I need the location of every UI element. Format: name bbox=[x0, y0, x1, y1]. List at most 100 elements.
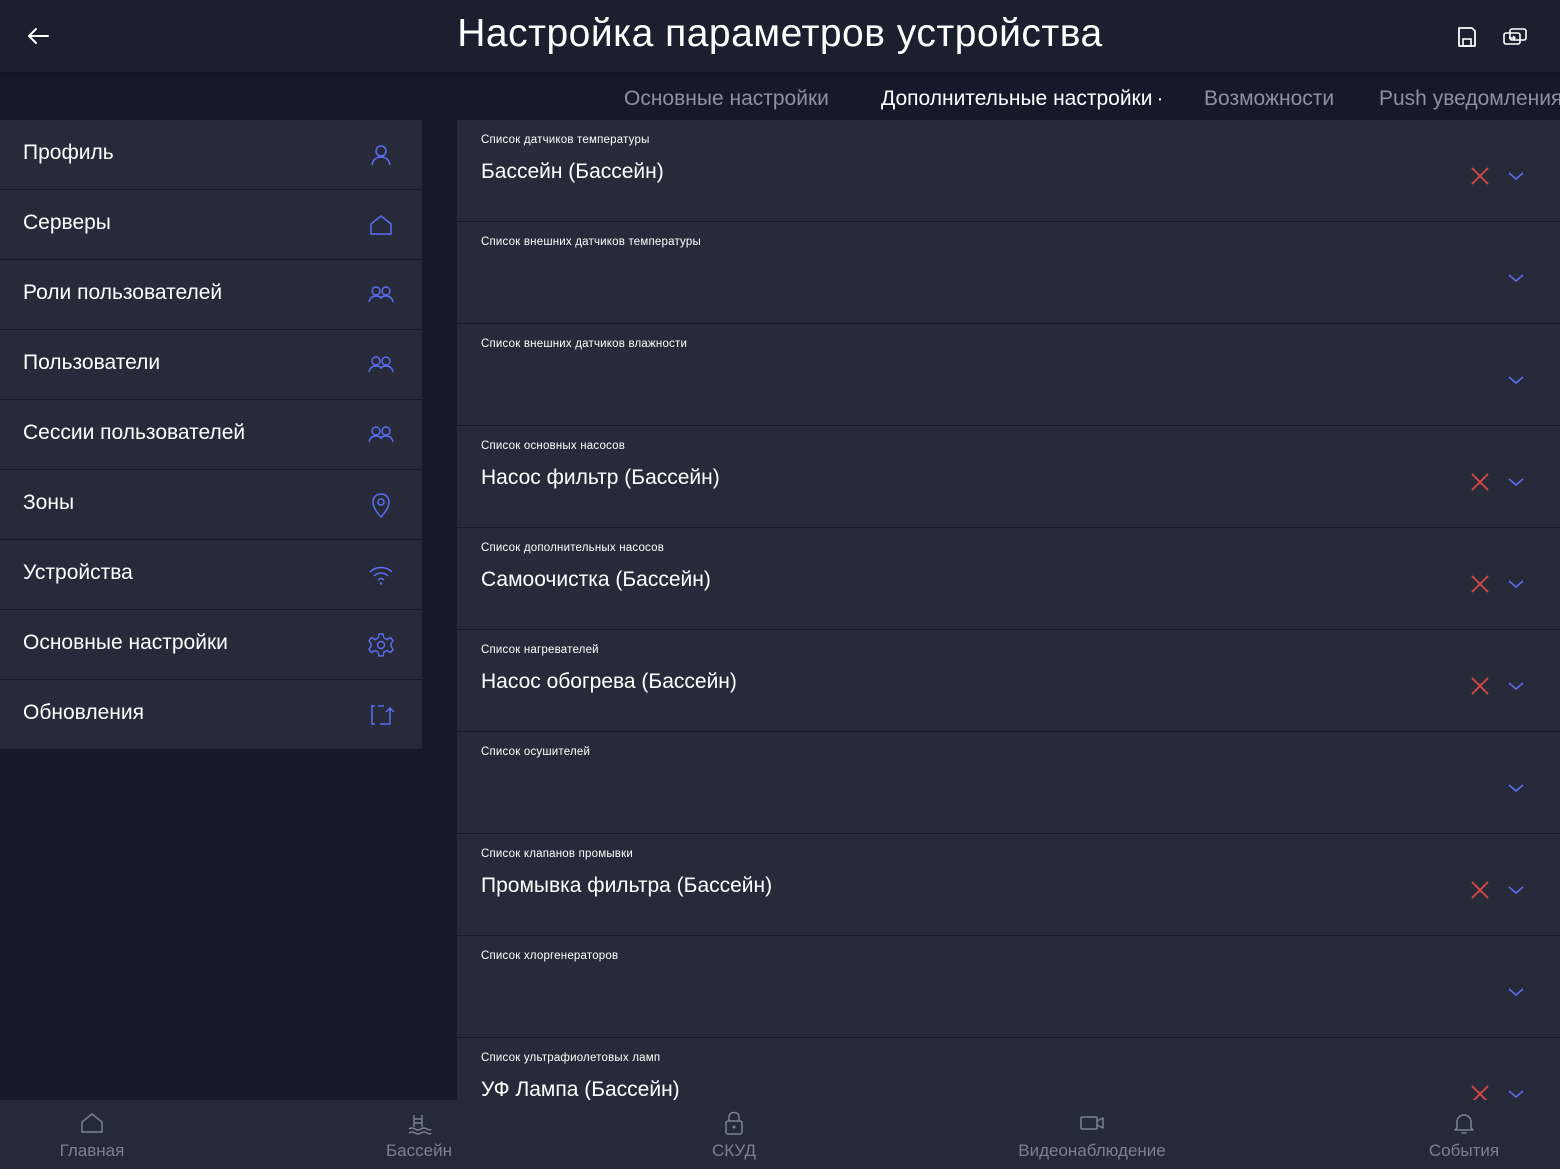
chevron-down-icon[interactable] bbox=[1505, 168, 1527, 184]
field-label: Список основных насосов bbox=[481, 440, 626, 452]
clear-icon[interactable] bbox=[1469, 573, 1491, 595]
tab-capabilities[interactable]: Возможности bbox=[1204, 87, 1334, 111]
field-label: Список клапанов промывки bbox=[481, 848, 633, 860]
field-value: Насос фильтр (Бассейн) bbox=[481, 466, 720, 489]
field-external-humidity-sensors[interactable]: Список внешних датчиков влажности bbox=[457, 324, 1560, 425]
nav-events[interactable]: События bbox=[1404, 1100, 1524, 1169]
sidebar-item-label: Устройства bbox=[23, 561, 133, 584]
field-label: Список датчиков температуры bbox=[481, 134, 650, 146]
sidebar-item-label: Пользователи bbox=[23, 351, 161, 374]
sidebar-item-servers[interactable]: Серверы bbox=[0, 190, 422, 259]
field-label: Список осушителей bbox=[481, 746, 591, 758]
field-value: Насос обогрева (Бассейн) bbox=[481, 670, 737, 693]
sidebar-item-label: Сессии пользователей bbox=[23, 421, 246, 444]
page-title: Настройка параметров устройства bbox=[457, 12, 1103, 55]
active-tab-indicator: · bbox=[1156, 87, 1164, 110]
sidebar: Профиль Серверы Роли пользователей Польз… bbox=[0, 120, 422, 750]
chevron-down-icon[interactable] bbox=[1505, 270, 1527, 286]
chevron-down-icon[interactable] bbox=[1505, 780, 1527, 796]
nav-video-surveillance[interactable]: Видеонаблюдение bbox=[1002, 1100, 1182, 1169]
field-chlorine-generators[interactable]: Список хлоргенераторов bbox=[457, 936, 1560, 1037]
sidebar-item-devices[interactable]: Устройства bbox=[0, 540, 422, 609]
field-value: УФ Лампа (Бассейн) bbox=[481, 1078, 680, 1100]
sidebar-item-profile[interactable]: Профиль bbox=[0, 120, 422, 189]
bottom-navigation: Главная Бассейн СКУД Видеонаблюдение Соб… bbox=[0, 1100, 1560, 1169]
users-icon bbox=[368, 356, 394, 373]
sidebar-item-basic-settings[interactable]: Основные настройки bbox=[0, 610, 422, 679]
nav-home[interactable]: Главная bbox=[32, 1100, 152, 1169]
users-icon bbox=[368, 426, 394, 443]
home-icon bbox=[81, 1113, 103, 1133]
users-icon bbox=[368, 286, 394, 303]
nav-label: Главная bbox=[59, 1141, 125, 1160]
wifi-icon bbox=[369, 566, 393, 585]
field-external-temperature-sensors[interactable]: Список внешних датчиков температуры bbox=[457, 222, 1560, 323]
field-label: Список хлоргенераторов bbox=[481, 950, 619, 962]
sidebar-item-label: Серверы bbox=[23, 211, 111, 234]
sidebar-item-updates[interactable]: Обновления bbox=[0, 680, 422, 749]
gear-icon bbox=[368, 633, 394, 657]
field-label: Список внешних датчиков влажности bbox=[481, 338, 688, 350]
nav-access-control[interactable]: СКУД bbox=[674, 1100, 794, 1169]
field-value: Бассейн (Бассейн) bbox=[481, 160, 664, 183]
clear-icon[interactable] bbox=[1469, 1083, 1491, 1100]
app-header: Настройка параметров устройства bbox=[0, 0, 1560, 72]
sidebar-item-label: Зоны bbox=[23, 491, 75, 514]
sidebar-item-users[interactable]: Пользователи bbox=[0, 330, 422, 399]
chevron-down-icon[interactable] bbox=[1505, 474, 1527, 490]
field-label: Список дополнительных насосов bbox=[481, 542, 665, 554]
nav-label: Бассейн bbox=[386, 1141, 452, 1160]
sidebar-item-label: Профиль bbox=[23, 141, 114, 164]
chevron-down-icon[interactable] bbox=[1505, 678, 1527, 694]
field-label: Список ультрафиолетовых ламп bbox=[481, 1052, 661, 1064]
tab-label: Дополнительные настройки bbox=[881, 87, 1153, 110]
pool-icon bbox=[408, 1115, 432, 1135]
field-label: Список нагревателей bbox=[481, 644, 599, 656]
clear-icon[interactable] bbox=[1469, 165, 1491, 187]
sidebar-item-user-sessions[interactable]: Сессии пользователей bbox=[0, 400, 422, 469]
bell-icon bbox=[1454, 1114, 1474, 1134]
field-value: Промывка фильтра (Бассейн) bbox=[481, 874, 773, 897]
field-main-pumps[interactable]: Список основных насосов Насос фильтр (Ба… bbox=[457, 426, 1560, 527]
clear-icon[interactable] bbox=[1469, 879, 1491, 901]
chevron-down-icon[interactable] bbox=[1505, 882, 1527, 898]
swap-icon bbox=[1503, 28, 1527, 45]
sidebar-item-label: Роли пользователей bbox=[23, 281, 223, 304]
tab-basic-settings[interactable]: Основные настройки bbox=[624, 87, 829, 111]
sidebar-item-label: Основные настройки bbox=[23, 631, 228, 654]
user-icon bbox=[371, 145, 391, 166]
clear-icon[interactable] bbox=[1469, 471, 1491, 493]
field-heaters[interactable]: Список нагревателей Насос обогрева (Басс… bbox=[457, 630, 1560, 731]
chevron-down-icon[interactable] bbox=[1505, 1086, 1527, 1100]
field-value: Самоочистка (Бассейн) bbox=[481, 568, 711, 591]
home-icon bbox=[370, 215, 392, 235]
sidebar-item-label: Обновления bbox=[23, 701, 144, 724]
field-dehumidifiers[interactable]: Список осушителей bbox=[457, 732, 1560, 833]
chevron-down-icon[interactable] bbox=[1505, 576, 1527, 592]
nav-label: События bbox=[1428, 1141, 1500, 1160]
tab-push-notifications[interactable]: Push уведомления bbox=[1379, 87, 1560, 111]
chevron-down-icon[interactable] bbox=[1505, 984, 1527, 1000]
field-uv-lamps[interactable]: Список ультрафиолетовых ламп УФ Лампа (Б… bbox=[457, 1038, 1560, 1100]
tab-label: Возможности bbox=[1204, 87, 1335, 110]
tab-additional-settings[interactable]: Дополнительные настройки · bbox=[881, 87, 1163, 111]
lock-icon bbox=[725, 1111, 743, 1135]
tabs-bar: Основные настройки Дополнительные настро… bbox=[0, 72, 1560, 120]
settings-list: Список датчиков температуры Бассейн (Бас… bbox=[457, 120, 1560, 1100]
chevron-down-icon[interactable] bbox=[1505, 372, 1527, 388]
swap-button[interactable] bbox=[1500, 22, 1530, 52]
field-temperature-sensors[interactable]: Список датчиков температуры Бассейн (Бас… bbox=[457, 120, 1560, 221]
nav-label: СКУД bbox=[712, 1141, 756, 1160]
sidebar-item-zones[interactable]: Зоны bbox=[0, 470, 422, 539]
save-button[interactable] bbox=[1452, 22, 1482, 52]
tab-label: Push уведомления bbox=[1379, 87, 1560, 110]
update-icon bbox=[371, 705, 395, 725]
clear-icon[interactable] bbox=[1469, 675, 1491, 697]
nav-pool[interactable]: Бассейн bbox=[359, 1100, 479, 1169]
field-additional-pumps[interactable]: Список дополнительных насосов Самоочистк… bbox=[457, 528, 1560, 629]
video-camera-icon bbox=[1080, 1116, 1104, 1130]
field-flush-valves[interactable]: Список клапанов промывки Промывка фильтр… bbox=[457, 834, 1560, 935]
sidebar-item-user-roles[interactable]: Роли пользователей bbox=[0, 260, 422, 329]
field-label: Список внешних датчиков температуры bbox=[481, 236, 701, 248]
location-pin-icon bbox=[372, 493, 390, 519]
